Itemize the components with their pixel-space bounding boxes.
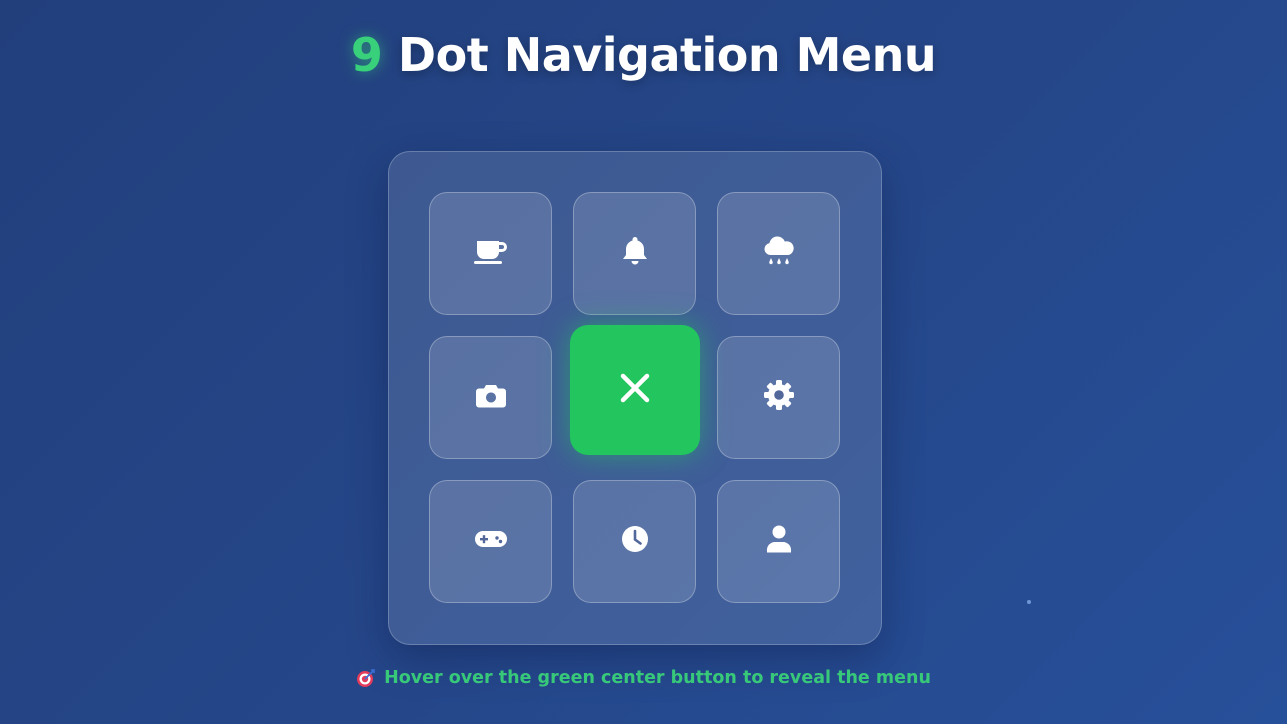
menu-item-games[interactable] (429, 480, 552, 603)
hint-label: Hover over the green center button to re… (384, 668, 931, 688)
title-accent-number: 9 (350, 28, 383, 82)
title-text: Dot Navigation Menu (382, 28, 937, 82)
menu-item-camera[interactable] (429, 336, 552, 459)
menu-item-settings[interactable] (717, 336, 840, 459)
coffee-icon (469, 229, 513, 278)
hint-text: Hover over the green center button to re… (0, 668, 1287, 688)
camera-icon (469, 373, 513, 422)
menu-item-coffee[interactable] (429, 192, 552, 315)
center-toggle-button[interactable] (570, 325, 700, 455)
close-icon (615, 368, 655, 413)
gamepad-icon (469, 517, 513, 566)
target-icon (356, 668, 376, 688)
menu-item-bell[interactable] (573, 192, 696, 315)
decorative-dot (1027, 600, 1031, 604)
user-icon (757, 517, 801, 566)
page-title: 9 Dot Navigation Menu (0, 28, 1287, 82)
bell-icon (613, 229, 657, 278)
clock-icon (613, 517, 657, 566)
menu-item-profile[interactable] (717, 480, 840, 603)
cloud-rain-icon (757, 229, 801, 278)
menu-item-clock[interactable] (573, 480, 696, 603)
menu-item-weather[interactable] (717, 192, 840, 315)
gear-icon (757, 373, 801, 422)
